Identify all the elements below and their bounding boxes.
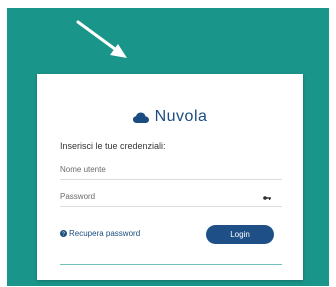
- cloud-icon: [132, 112, 149, 123]
- help-icon: ?: [60, 230, 67, 237]
- brand-name: Nuvola: [154, 108, 208, 125]
- brand-logo: Nuvola: [37, 107, 303, 127]
- username-field[interactable]: [60, 160, 282, 180]
- login-button[interactable]: Login: [206, 225, 274, 244]
- card-divider: [60, 264, 282, 265]
- forgot-password-link[interactable]: ? Recupera password: [60, 229, 140, 238]
- credentials-prompt: Inserisci le tue credenziali:: [60, 141, 166, 151]
- svg-text:?: ?: [62, 232, 65, 237]
- key-icon: [263, 196, 271, 200]
- password-field[interactable]: [60, 187, 282, 207]
- forgot-password-label: Recupera password: [69, 229, 141, 238]
- login-card: Nuvola Inserisci le tue credenziali: ? R…: [37, 74, 303, 280]
